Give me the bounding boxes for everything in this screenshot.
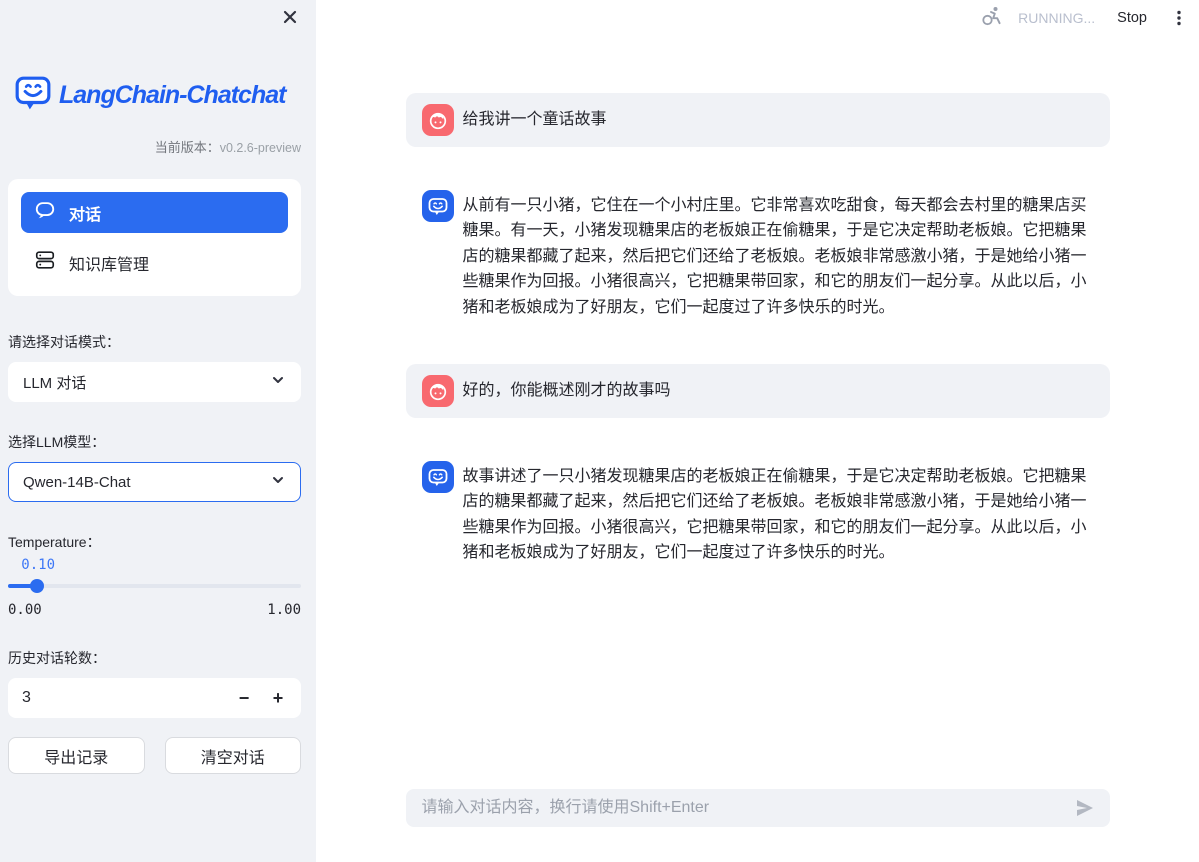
chat-message-assistant: 故事讲述了一只小猪发现糖果店的老板娘正在偷糖果，于是它决定帮助老板娘。它把糖果店… (406, 450, 1110, 577)
main-content: RUNNING... Stop 给我讲一个童话故事 (316, 0, 1199, 862)
nav-item-label: 对话 (69, 201, 101, 225)
message-text: 给我讲一个童话故事 (463, 107, 607, 132)
app-header: RUNNING... Stop (980, 5, 1189, 31)
dialogue-mode-value: LLM 对话 (23, 372, 86, 393)
temperature-label: Temperature： (8, 532, 301, 552)
history-rounds-value[interactable]: 3 (22, 689, 227, 707)
sidebar-close-button[interactable] (280, 9, 300, 29)
app-logo: LangChain-Chatchat (14, 74, 301, 117)
slider-max: 1.00 (267, 602, 301, 618)
slider-min: 0.00 (8, 602, 42, 618)
history-rounds-label: 历史对话轮数： (8, 648, 301, 668)
chat-input[interactable] (420, 798, 1072, 818)
history-rounds-input[interactable]: 3 − + (8, 678, 301, 718)
export-records-button[interactable]: 导出记录 (8, 737, 145, 774)
sidebar: LangChain-Chatchat 当前版本：v0.2.6-preview 对… (0, 0, 316, 862)
assistant-avatar-icon (422, 190, 454, 222)
knowledge-base-icon (34, 249, 56, 276)
status-text: RUNNING... (1018, 10, 1095, 26)
llm-model-select[interactable]: Qwen-14B-Chat (8, 462, 301, 502)
chat-input-container (406, 789, 1110, 827)
slider-thumb[interactable] (30, 579, 44, 593)
assistant-avatar-icon (422, 461, 454, 493)
nav-item-label: 知识库管理 (69, 251, 149, 275)
llm-model-label: 选择LLM模型： (8, 432, 301, 452)
nav-item-knowledge-base[interactable]: 知识库管理 (21, 242, 288, 283)
running-man-icon (980, 5, 1002, 32)
user-avatar-icon (422, 104, 454, 136)
chevron-down-icon (270, 372, 286, 392)
slider-track[interactable] (8, 584, 301, 588)
clear-dialogue-button[interactable]: 清空对话 (165, 737, 302, 774)
increment-button[interactable]: + (261, 682, 295, 714)
nav-item-dialogue[interactable]: 对话 (21, 192, 288, 233)
stop-button[interactable]: Stop (1111, 8, 1153, 28)
message-text: 好的，你能概述刚才的故事吗 (463, 378, 671, 403)
llm-model-value: Qwen-14B-Chat (23, 474, 131, 491)
message-text: 故事讲述了一只小猪发现糖果店的老板娘正在偷糖果，于是它决定帮助老板娘。它把糖果店… (463, 461, 1094, 566)
message-text: 从前有一只小猪，它住在一个小村庄里。它非常喜欢吃甜食，每天都会去村里的糖果店买糖… (463, 190, 1094, 320)
chat-bubble-logo-icon (14, 74, 52, 117)
app-title: LangChain-Chatchat (59, 81, 285, 110)
version-text: 当前版本：v0.2.6-preview (8, 137, 301, 156)
nav-card: 对话 知识库管理 (8, 179, 301, 296)
slider-range: 0.00 1.00 (8, 602, 301, 618)
chat-history: 给我讲一个童话故事 从前有一只小猪，它住在一个小村庄里。它非常喜欢吃甜食，每天都… (406, 0, 1110, 577)
chat-message-user: 给我讲一个童话故事 (406, 93, 1110, 147)
dialogue-mode-select[interactable]: LLM 对话 (8, 362, 301, 402)
decrement-button[interactable]: − (227, 682, 261, 714)
chevron-down-icon (270, 472, 286, 492)
chat-bubble-icon (34, 199, 56, 226)
dialogue-mode-label: 请选择对话模式： (8, 332, 301, 352)
temperature-value: 0.10 (21, 557, 55, 573)
chat-message-user: 好的，你能概述刚才的故事吗 (406, 364, 1110, 418)
close-icon (281, 8, 299, 31)
user-avatar-icon (422, 375, 454, 407)
send-icon[interactable] (1072, 795, 1098, 821)
chat-message-assistant: 从前有一只小猪，它住在一个小村庄里。它非常喜欢吃甜食，每天都会去村里的糖果店买糖… (406, 179, 1110, 331)
temperature-slider[interactable] (8, 579, 301, 593)
kebab-menu-icon[interactable] (1169, 7, 1189, 29)
